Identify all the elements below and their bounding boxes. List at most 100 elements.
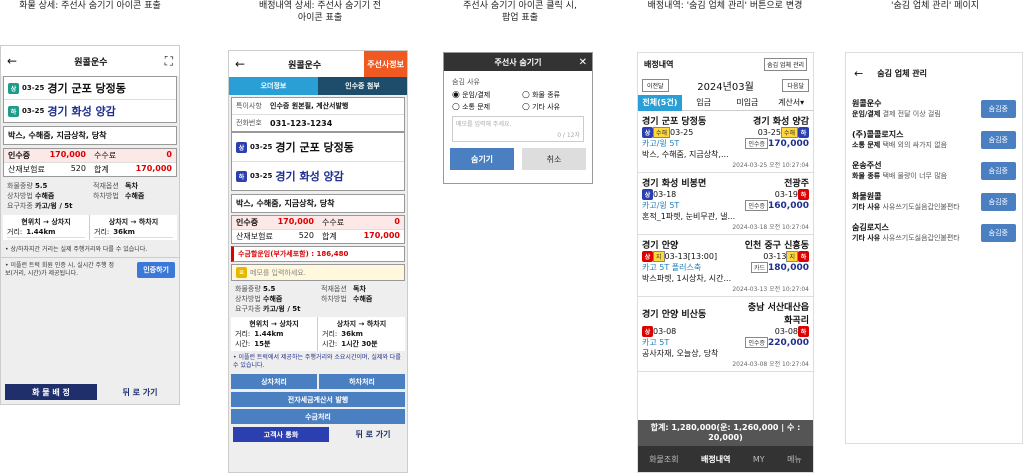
cargo-desc: 박스, 수해줌, 지금상착, 당착 (231, 194, 405, 213)
dist2-value: 36km (113, 228, 135, 236)
page-title: 배정내역 (644, 59, 674, 69)
screen-hidden-manage: ← 숨김 업체 관리 원콜운수 운임/결제 결제 전달 이상 걸림 숨김중 (주)… (845, 52, 1023, 444)
next-month-button[interactable]: 다음달 (782, 78, 809, 92)
card-from: 경기 화성 비봉면 (642, 179, 707, 189)
unhide-button[interactable]: 숨김중 (980, 192, 1016, 211)
page-title: 원콜운수 (74, 57, 108, 68)
hide-broker-icon[interactable]: ⛶ (165, 54, 173, 69)
to-address: 경기 화성 양감 (275, 170, 344, 183)
back-button[interactable]: 뒤 로 가기 (105, 387, 175, 398)
unhide-button[interactable]: 숨김중 (980, 130, 1016, 149)
radio-fare[interactable]: ◉ 운임/결제 (452, 90, 490, 100)
popup-title: 주선사 숨기기 (494, 57, 542, 67)
fee2-value: 0 (166, 150, 172, 159)
load-icon: 상 (642, 127, 653, 138)
call-customer-button[interactable]: 고객사 통화 (233, 427, 329, 442)
route-box: 상 03-25 경기 군포 당정동 하 03-25 경기 화성 양감 (3, 76, 177, 123)
hide-memo: 사유쓰기도싫음갑인불편타 (882, 203, 960, 211)
screen-cargo-detail: ← 원콜운수 ⛶ 상 03-25 경기 군포 당정동 하 03-25 경기 화성 양감 … (0, 45, 180, 405)
nav-cargo-search[interactable]: 화물조회 (649, 454, 678, 465)
tab-paid[interactable]: 입금 (682, 97, 726, 108)
radio-etc[interactable]: ○ 기타 사유 (522, 102, 584, 112)
unload-value: 수해줌 (125, 192, 145, 200)
radio-comm[interactable]: ○ 소통 문제 (452, 102, 490, 112)
back-arrow-icon[interactable]: ← (7, 54, 17, 68)
list-item: 숨김로지스 기타 사유 사유쓰기도싫음갑인불편타 숨김중 (846, 217, 1022, 248)
load-process-button[interactable]: 상차처리 (231, 374, 317, 389)
time2-value: 1시간 30분 (341, 340, 378, 348)
time1-label: 시간: (235, 340, 251, 348)
list-item: 화물원콜 기타 사유 사유쓰기도싫음갑인불편타 숨김중 (846, 186, 1022, 217)
tab-order-info[interactable]: 오더정보 (229, 77, 318, 95)
hide-memo: 택배 물량이 너무 많음 (882, 172, 948, 180)
nav-menu[interactable]: 메뉴 (787, 454, 802, 465)
broker-info-badge[interactable]: 주선사정보 (364, 51, 407, 77)
radio-cargo[interactable]: ○ 화물 종류 (522, 90, 584, 100)
opt-label: 적재옵션 (93, 182, 119, 190)
weight-label: 화물중량 (235, 285, 261, 293)
unhide-button[interactable]: 숨김중 (980, 99, 1016, 118)
route1-label: 현위치 → 상차지 (21, 218, 71, 226)
cancel-button[interactable]: 취소 (522, 148, 586, 170)
hide-memo: 결제 전달 이상 걸림 (882, 110, 941, 118)
fee-label: 인수증 (236, 218, 259, 227)
list-item[interactable]: 경기 안양 인천 중구 신흥동 상 지 03-13[13:00] 03-13 지 하 카고 … (638, 235, 813, 297)
card-date1: 03-13[13:00] (664, 252, 718, 261)
list-item[interactable]: 경기 화성 비봉면 전광주 상 03-18 03-19 하 카고/윙 5T 인수증 160,… (638, 173, 813, 235)
prev-month-button[interactable]: 이전달 (642, 78, 669, 92)
spec-table: 화물중량 5.5 적재옵션 독차 상차방법 수해줌 하차방법 수해줌 요구차종 카고/윙 / … (229, 281, 407, 317)
list-item[interactable]: 경기 군포 당정동 경기 화성 양감 상 수해 03-25 03-25 수해 하 카고/윙 … (638, 111, 813, 173)
unhide-button[interactable]: 숨김중 (980, 223, 1016, 242)
close-icon[interactable]: ✕ (579, 57, 587, 68)
list-item: (주)콜콜로지스 소통 문제 택배 외의 싸가지 없음 숨김중 (846, 124, 1022, 155)
car-value: 카고/윙 / 5t (35, 202, 73, 210)
tab-all[interactable]: 전체(5건) (638, 94, 682, 111)
tab-unpaid[interactable]: 미입금 (726, 97, 770, 108)
reason-label: 숨김 사유 (452, 78, 480, 86)
card-car: 카고 5T 플러스축 (642, 263, 702, 272)
time2-label: 시간: (322, 340, 338, 348)
back-arrow-icon[interactable]: ← (235, 57, 245, 71)
unload-date: 03-25 (22, 107, 45, 115)
unload-process-button[interactable]: 하차처리 (319, 374, 405, 389)
total-value: 170,000 (135, 164, 172, 173)
card-pay-type: 인수증 (745, 337, 768, 348)
card-time: 2024-03-08 오전 10:27:04 (732, 361, 809, 368)
tab-receipt[interactable]: 인수증 첨부 (318, 77, 407, 95)
spec-table: 화물중량 5.5 적재옵션 독차 상차방법 수해줌 하차방법 수해줌 요구차종 카고/윙 / … (1, 177, 179, 215)
list-item[interactable]: 경기 안양 비산동 충남 서산대산읍 화곡리 상 03-08 03-08 하 카고 5T… (638, 297, 813, 372)
dist1-value: 1.44km (26, 228, 56, 236)
memo-input[interactable]: ≡ 메모를 입력하세요. (231, 264, 405, 281)
opt-value: 독차 (353, 285, 366, 293)
load-icon: 상 (642, 326, 653, 337)
card-to: 경기 화성 양감 (753, 117, 809, 127)
nav-my[interactable]: MY (753, 455, 765, 464)
memo-icon: ≡ (236, 267, 247, 278)
from-address: 경기 군포 당정동 (47, 82, 126, 95)
dist1-label: 거리: (235, 330, 251, 338)
weight-label: 화물중량 (7, 182, 33, 190)
unload-date: 03-25 (250, 172, 273, 180)
route2-label: 상차지 → 하차지 (336, 320, 387, 328)
nav-assign-list[interactable]: 배정내역 (701, 454, 730, 465)
back-arrow-icon[interactable]: ← (854, 67, 863, 80)
tab-invoice[interactable]: 계산서▾ (769, 97, 813, 108)
memo-textarea[interactable]: 메모를 입력해 주세요. 0 / 12자 (452, 116, 584, 142)
radio-etc-label: 기타 사유 (532, 103, 561, 111)
back-button[interactable]: 뒤 로 가기 (343, 429, 403, 440)
card-date1: 03-18 (653, 190, 677, 199)
hide-confirm-button[interactable]: 숨기기 (450, 148, 514, 170)
auth-button[interactable]: 인증하기 (137, 262, 175, 278)
card-time: 2024-03-13 오전 10:27:04 (732, 286, 809, 293)
collect-button[interactable]: 수금처리 (231, 409, 405, 424)
assign-button[interactable]: 화 물 배 정 (5, 384, 97, 400)
tax-invoice-button[interactable]: 전자세금계산서 발행 (231, 392, 405, 407)
unhide-button[interactable]: 숨김중 (980, 161, 1016, 180)
note-text: • 상/하차지간 거리는 실제 주행거리와 다를 수 있습니다. (1, 240, 179, 258)
card-desc: 혼적_1파렛, 눈비무관, 낼... (642, 212, 736, 221)
fee-label: 인수증 (8, 151, 31, 160)
hide-broker-popup: 주선사 숨기기 ✕ 숨김 사유 ◉ 운임/결제 ○ 화물 종류 ○ 소통 문제 … (443, 52, 593, 184)
tel-value[interactable]: 031-123-1234 (270, 119, 332, 128)
hide-manage-button[interactable]: 숨김 업체 관리 (764, 57, 807, 71)
unload-icon: 하 (8, 105, 19, 117)
